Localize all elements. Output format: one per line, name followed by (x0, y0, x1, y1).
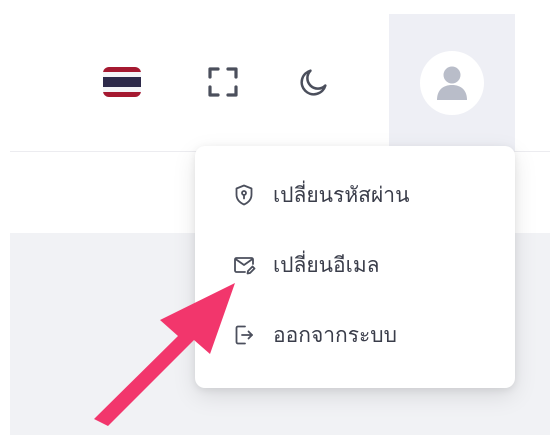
moon-icon (300, 69, 327, 96)
shield-key-icon (231, 182, 257, 208)
mail-edit-icon (231, 252, 257, 278)
dark-mode-toggle[interactable] (290, 58, 338, 106)
menu-item-label: เปลี่ยนอีเมล (273, 252, 380, 277)
fullscreen-icon (208, 67, 238, 97)
user-icon (437, 66, 467, 100)
logout-icon (231, 322, 257, 348)
menu-item-change-email[interactable]: เปลี่ยนอีเมล (195, 230, 515, 300)
fullscreen-button[interactable] (199, 58, 247, 106)
menu-item-label: เปลี่ยนรหัสผ่าน (273, 182, 410, 207)
language-switcher-button[interactable] (98, 58, 146, 106)
menu-item-label: ออกจากระบบ (273, 322, 397, 347)
user-dropdown-menu: เปลี่ยนรหัสผ่าน เปลี่ยนอีเมล ออกจากระบบ (195, 146, 515, 388)
menu-item-logout[interactable]: ออกจากระบบ (195, 300, 515, 370)
menu-item-change-password[interactable]: เปลี่ยนรหัสผ่าน (195, 160, 515, 230)
user-menu-trigger[interactable] (389, 14, 515, 151)
avatar (420, 50, 484, 115)
thailand-flag-icon (103, 67, 141, 97)
